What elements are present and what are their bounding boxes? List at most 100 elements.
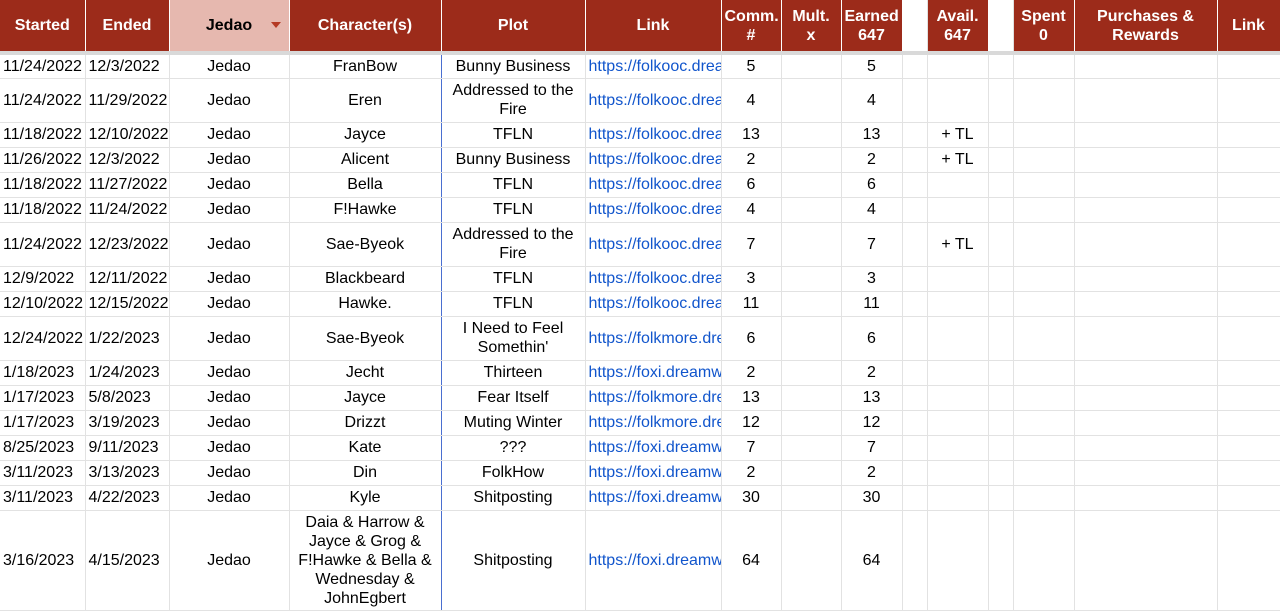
header-gap-1[interactable] bbox=[902, 0, 928, 55]
cell-comm[interactable]: 6 bbox=[721, 172, 782, 198]
cell-link[interactable]: https://foxi.dreamw bbox=[585, 510, 722, 611]
hyperlink[interactable]: https://folkmore.dre bbox=[589, 414, 721, 431]
cell-ended[interactable]: 9/11/2023 bbox=[85, 435, 170, 461]
cell-mult[interactable] bbox=[781, 291, 842, 317]
cell-jedao[interactable]: Jedao bbox=[169, 385, 290, 411]
cell-gap-2[interactable] bbox=[988, 197, 1014, 223]
cell-link[interactable]: https://folkmore.dre bbox=[585, 316, 722, 361]
cell-earned[interactable]: 5 bbox=[841, 53, 903, 79]
cell-link-2[interactable] bbox=[1217, 410, 1280, 436]
cell-purchases[interactable] bbox=[1074, 360, 1218, 386]
cell-ended[interactable]: 1/22/2023 bbox=[85, 316, 170, 361]
cell-jedao[interactable]: Jedao bbox=[169, 222, 290, 267]
cell-ended[interactable]: 3/19/2023 bbox=[85, 410, 170, 436]
cell-plot[interactable]: TFLN bbox=[441, 172, 586, 198]
cell-mult[interactable] bbox=[781, 53, 842, 79]
cell-avail[interactable] bbox=[927, 385, 989, 411]
cell-gap-1[interactable] bbox=[902, 147, 928, 173]
cell-comm[interactable]: 4 bbox=[721, 78, 782, 123]
cell-gap-2[interactable] bbox=[988, 410, 1014, 436]
cell-ended[interactable]: 3/13/2023 bbox=[85, 460, 170, 486]
cell-gap-2[interactable] bbox=[988, 147, 1014, 173]
cell-purchases[interactable] bbox=[1074, 197, 1218, 223]
cell-earned[interactable]: 13 bbox=[841, 122, 903, 148]
cell-jedao[interactable]: Jedao bbox=[169, 53, 290, 79]
cell-ended[interactable]: 12/3/2022 bbox=[85, 147, 170, 173]
cell-link[interactable]: https://folkooc.drea bbox=[585, 222, 722, 267]
cell-avail[interactable] bbox=[927, 460, 989, 486]
cell-jedao[interactable]: Jedao bbox=[169, 197, 290, 223]
hyperlink[interactable]: https://foxi.dreamw bbox=[589, 364, 721, 381]
cell-gap-1[interactable] bbox=[902, 122, 928, 148]
cell-link[interactable]: https://foxi.dreamw bbox=[585, 460, 722, 486]
cell-jedao[interactable]: Jedao bbox=[169, 460, 290, 486]
cell-comm[interactable]: 11 bbox=[721, 291, 782, 317]
cell-earned[interactable]: 13 bbox=[841, 385, 903, 411]
cell-started[interactable]: 11/24/2022 bbox=[0, 53, 86, 79]
cell-comm[interactable]: 13 bbox=[721, 122, 782, 148]
cell-earned[interactable]: 64 bbox=[841, 510, 903, 611]
cell-mult[interactable] bbox=[781, 78, 842, 123]
cell-spent[interactable] bbox=[1013, 316, 1075, 361]
cell-comm[interactable]: 13 bbox=[721, 385, 782, 411]
cell-link[interactable]: https://folkmore.dre bbox=[585, 410, 722, 436]
cell-jedao[interactable]: Jedao bbox=[169, 147, 290, 173]
cell-avail[interactable] bbox=[927, 197, 989, 223]
cell-mult[interactable] bbox=[781, 122, 842, 148]
cell-purchases[interactable] bbox=[1074, 291, 1218, 317]
cell-avail[interactable] bbox=[927, 360, 989, 386]
cell-gap-1[interactable] bbox=[902, 360, 928, 386]
cell-avail[interactable]: + TL bbox=[927, 147, 989, 173]
header-purchases-rewards[interactable]: Purchases & Rewards bbox=[1074, 0, 1218, 55]
cell-spent[interactable] bbox=[1013, 485, 1075, 511]
cell-spent[interactable] bbox=[1013, 410, 1075, 436]
cell-comm[interactable]: 7 bbox=[721, 222, 782, 267]
cell-jedao[interactable]: Jedao bbox=[169, 360, 290, 386]
cell-plot[interactable]: Bunny Business bbox=[441, 147, 586, 173]
header-ended[interactable]: Ended bbox=[85, 0, 170, 55]
cell-purchases[interactable] bbox=[1074, 316, 1218, 361]
cell-link[interactable]: https://folkmore.dre bbox=[585, 385, 722, 411]
cell-spent[interactable] bbox=[1013, 197, 1075, 223]
cell-started[interactable]: 11/24/2022 bbox=[0, 78, 86, 123]
hyperlink[interactable]: https://folkooc.drea bbox=[589, 58, 721, 75]
cell-characters[interactable]: Alicent bbox=[289, 147, 442, 173]
cell-link-2[interactable] bbox=[1217, 147, 1280, 173]
cell-avail[interactable] bbox=[927, 172, 989, 198]
cell-characters[interactable]: Jecht bbox=[289, 360, 442, 386]
cell-purchases[interactable] bbox=[1074, 460, 1218, 486]
cell-spent[interactable] bbox=[1013, 435, 1075, 461]
header-link-2[interactable]: Link bbox=[1217, 0, 1280, 55]
cell-plot[interactable]: Shitposting bbox=[441, 510, 586, 611]
cell-earned[interactable]: 7 bbox=[841, 222, 903, 267]
cell-purchases[interactable] bbox=[1074, 510, 1218, 611]
cell-gap-1[interactable] bbox=[902, 78, 928, 123]
header-mult[interactable]: Mult. x bbox=[781, 0, 842, 55]
cell-avail[interactable] bbox=[927, 78, 989, 123]
cell-comm[interactable]: 2 bbox=[721, 460, 782, 486]
cell-comm[interactable]: 7 bbox=[721, 435, 782, 461]
cell-comm[interactable]: 12 bbox=[721, 410, 782, 436]
cell-link-2[interactable] bbox=[1217, 435, 1280, 461]
cell-link-2[interactable] bbox=[1217, 53, 1280, 79]
cell-gap-1[interactable] bbox=[902, 460, 928, 486]
cell-jedao[interactable]: Jedao bbox=[169, 316, 290, 361]
cell-ended[interactable]: 12/15/2022 bbox=[85, 291, 170, 317]
cell-plot[interactable]: TFLN bbox=[441, 197, 586, 223]
cell-link[interactable]: https://folkooc.drea bbox=[585, 172, 722, 198]
cell-gap-2[interactable] bbox=[988, 316, 1014, 361]
cell-purchases[interactable] bbox=[1074, 78, 1218, 123]
cell-link[interactable]: https://foxi.dreamw bbox=[585, 435, 722, 461]
cell-mult[interactable] bbox=[781, 266, 842, 292]
cell-link-2[interactable] bbox=[1217, 485, 1280, 511]
cell-started[interactable]: 3/11/2023 bbox=[0, 460, 86, 486]
hyperlink[interactable]: https://folkooc.drea bbox=[589, 176, 721, 193]
cell-comm[interactable]: 6 bbox=[721, 316, 782, 361]
cell-link-2[interactable] bbox=[1217, 122, 1280, 148]
cell-spent[interactable] bbox=[1013, 78, 1075, 123]
filter-dropdown-icon[interactable] bbox=[270, 22, 281, 28]
cell-purchases[interactable] bbox=[1074, 410, 1218, 436]
cell-spent[interactable] bbox=[1013, 122, 1075, 148]
cell-spent[interactable] bbox=[1013, 147, 1075, 173]
cell-mult[interactable] bbox=[781, 510, 842, 611]
